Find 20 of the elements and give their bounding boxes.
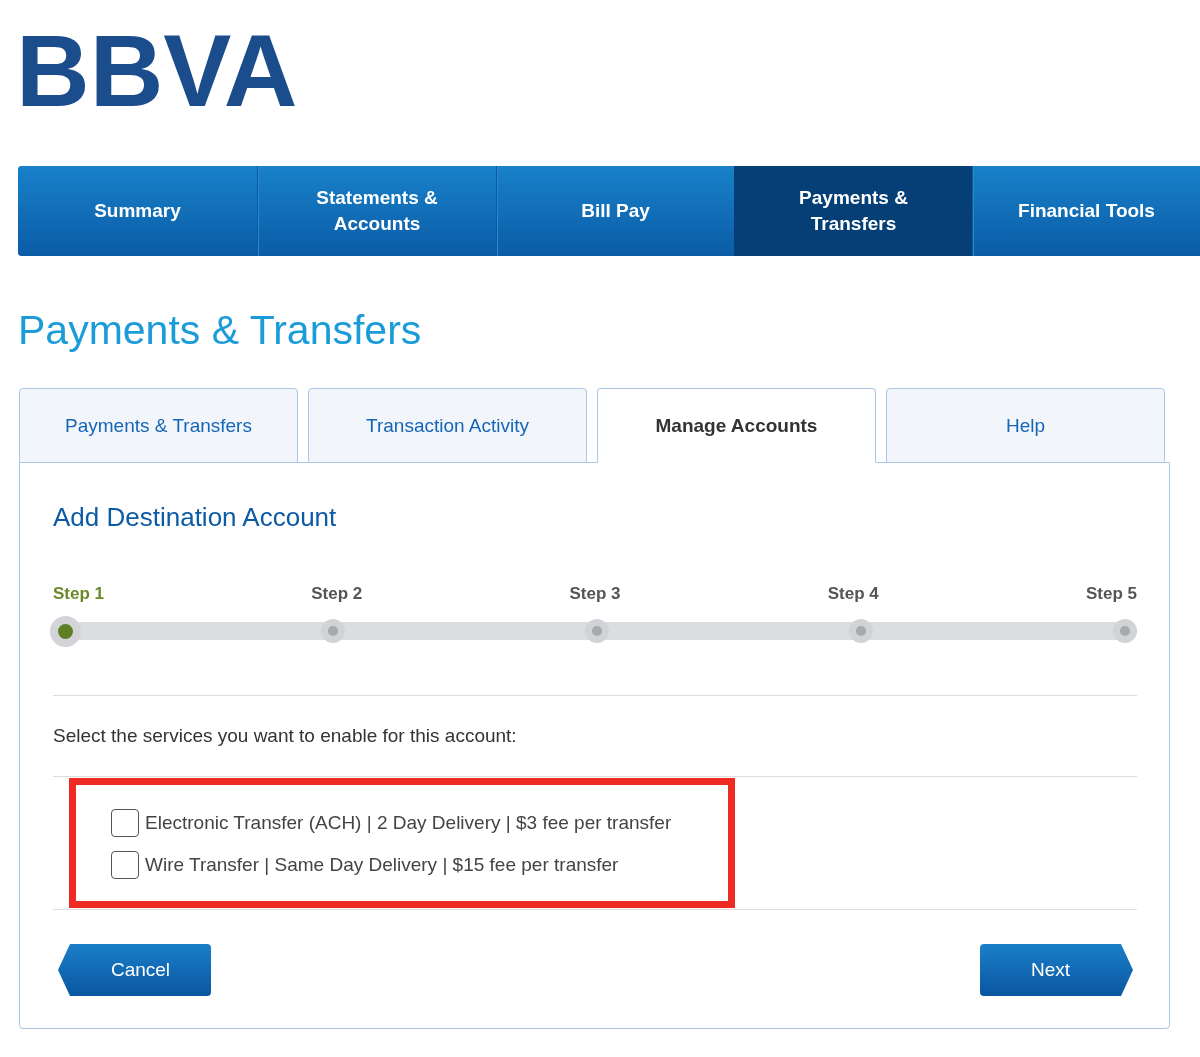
step-label: Step 4 xyxy=(827,583,879,605)
nav-tab[interactable]: Payments & Transfers xyxy=(734,166,972,256)
next-button[interactable]: Next xyxy=(980,944,1133,996)
step-label: Step 3 xyxy=(569,583,621,605)
cancel-button[interactable]: Cancel xyxy=(58,944,211,996)
checkbox-label: Electronic Transfer (ACH) | 2 Day Delivery | $3 fee per transfer xyxy=(145,811,672,835)
tab[interactable]: Manage Accounts xyxy=(597,388,876,463)
checkbox[interactable] xyxy=(111,851,139,879)
checkbox[interactable] xyxy=(111,809,139,837)
tab[interactable]: Payments & Transfers xyxy=(19,388,298,463)
step-label: Step 2 xyxy=(311,583,363,605)
logo: BBVA xyxy=(16,20,298,122)
step-label: Step 5 xyxy=(1085,583,1137,605)
page-heading: Payments & Transfers xyxy=(18,306,423,354)
section-title: Add Destination Account xyxy=(53,501,337,533)
tab[interactable]: Transaction Activity xyxy=(308,388,587,463)
checkbox-label: Wire Transfer | Same Day Delivery | $15 fee per transfer xyxy=(145,853,619,877)
step-label: Step 1 xyxy=(53,583,105,605)
tab[interactable]: Help xyxy=(886,388,1165,463)
instruction-text: Select the services you want to enable for this account: xyxy=(53,724,518,748)
